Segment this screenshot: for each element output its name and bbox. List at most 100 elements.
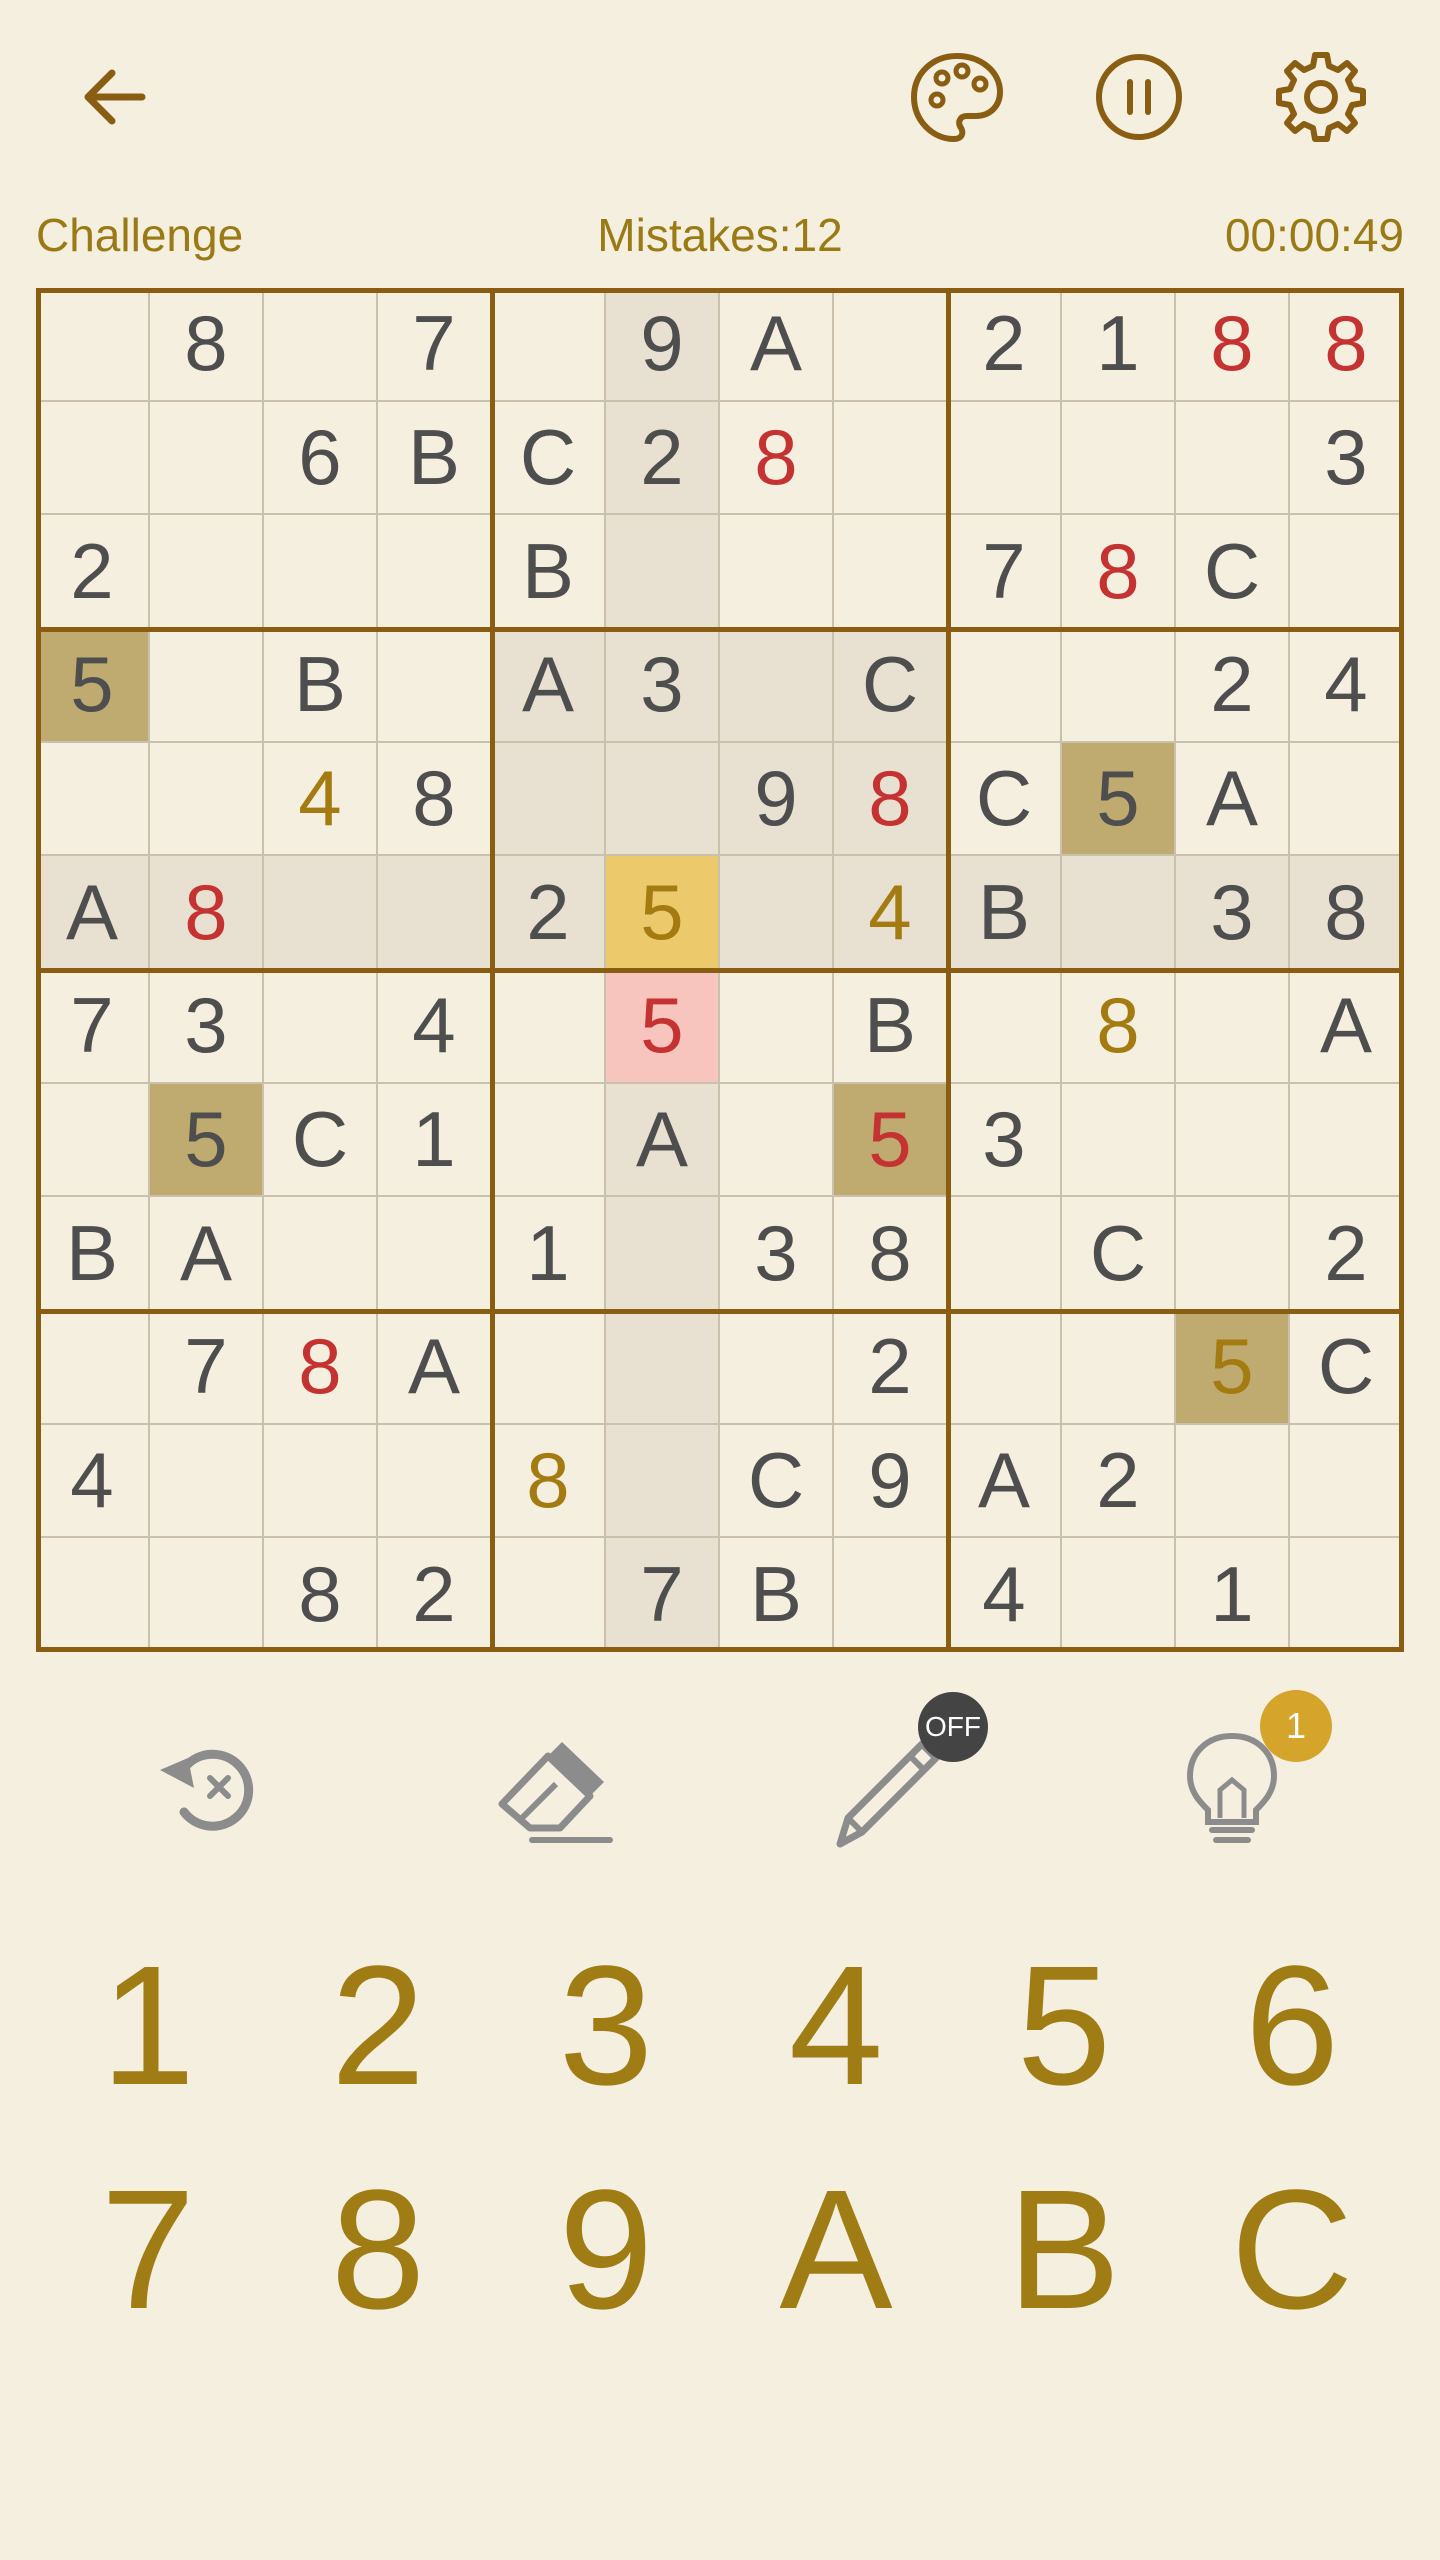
board-cell-r8-c5[interactable]	[606, 1197, 720, 1311]
board-cell-r6-c11[interactable]: A	[1290, 970, 1404, 1084]
board-cell-r3-c0[interactable]: 5	[36, 629, 150, 743]
board-cell-r8-c0[interactable]: B	[36, 1197, 150, 1311]
board-cell-r3-c10[interactable]: 2	[1176, 629, 1290, 743]
board-cell-r9-c0[interactable]	[36, 1311, 150, 1425]
board-cell-r2-c1[interactable]	[150, 515, 264, 629]
board-cell-r9-c10[interactable]: 5	[1176, 1311, 1290, 1425]
board-cell-r6-c8[interactable]	[948, 970, 1062, 1084]
board-cell-r4-c11[interactable]	[1290, 742, 1404, 857]
board-cell-r6-c5[interactable]: 5	[606, 970, 720, 1084]
board-cell-r8-c10[interactable]	[1176, 1197, 1290, 1311]
board-cell-r10-c5[interactable]	[606, 1424, 720, 1539]
board-cell-r10-c1[interactable]	[150, 1424, 264, 1539]
board-cell-r10-c7[interactable]: 9	[834, 1424, 948, 1539]
board-cell-r3-c11[interactable]: 4	[1290, 629, 1404, 743]
numpad-key-b[interactable]: B	[984, 2155, 1144, 2345]
board-cell-r9-c1[interactable]: 7	[150, 1311, 264, 1425]
board-cell-r6-c1[interactable]: 3	[150, 970, 264, 1084]
board-cell-r10-c6[interactable]: C	[720, 1424, 834, 1539]
undo-icon[interactable]	[138, 1718, 278, 1858]
board-cell-r0-c3[interactable]: 7	[378, 288, 492, 402]
board-cell-r7-c3[interactable]: 1	[378, 1083, 492, 1198]
board-cell-r6-c9[interactable]: 8	[1062, 970, 1176, 1084]
board-cell-r5-c5[interactable]: 5	[606, 856, 720, 970]
board-cell-r4-c8[interactable]: C	[948, 742, 1062, 857]
board-cell-r2-c0[interactable]: 2	[36, 515, 150, 629]
board-cell-r1-c8[interactable]	[948, 401, 1062, 516]
board-cell-r0-c5[interactable]: 9	[606, 288, 720, 402]
board-cell-r0-c7[interactable]	[834, 288, 948, 402]
board-cell-r10-c10[interactable]	[1176, 1424, 1290, 1539]
board-cell-r8-c1[interactable]: A	[150, 1197, 264, 1311]
board-cell-r11-c7[interactable]	[834, 1538, 948, 1652]
board-cell-r0-c1[interactable]: 8	[150, 288, 264, 402]
board-cell-r9-c6[interactable]	[720, 1311, 834, 1425]
board-cell-r10-c4[interactable]: 8	[492, 1424, 606, 1539]
board-cell-r5-c7[interactable]: 4	[834, 856, 948, 970]
board-cell-r5-c6[interactable]	[720, 856, 834, 970]
board-cell-r2-c6[interactable]	[720, 515, 834, 629]
board-cell-r6-c10[interactable]	[1176, 970, 1290, 1084]
board-cell-r7-c9[interactable]	[1062, 1083, 1176, 1198]
board-cell-r11-c0[interactable]	[36, 1538, 150, 1652]
board-cell-r7-c10[interactable]	[1176, 1083, 1290, 1198]
board-cell-r7-c0[interactable]	[36, 1083, 150, 1198]
board-cell-r4-c3[interactable]: 8	[378, 742, 492, 857]
board-cell-r8-c7[interactable]: 8	[834, 1197, 948, 1311]
board-cell-r10-c3[interactable]	[378, 1424, 492, 1539]
board-cell-r7-c4[interactable]	[492, 1083, 606, 1198]
board-cell-r11-c2[interactable]: 8	[264, 1538, 378, 1652]
board-cell-r9-c7[interactable]: 2	[834, 1311, 948, 1425]
board-cell-r7-c5[interactable]: A	[606, 1083, 720, 1198]
board-cell-r0-c0[interactable]	[36, 288, 150, 402]
palette-icon[interactable]	[902, 42, 1012, 152]
board-cell-r10-c8[interactable]: A	[948, 1424, 1062, 1539]
board-cell-r5-c3[interactable]	[378, 856, 492, 970]
numpad-key-1[interactable]: 1	[68, 1931, 228, 2121]
board-cell-r4-c2[interactable]: 4	[264, 742, 378, 857]
board-cell-r8-c9[interactable]: C	[1062, 1197, 1176, 1311]
numpad-key-a[interactable]: A	[756, 2155, 916, 2345]
board-cell-r10-c11[interactable]	[1290, 1424, 1404, 1539]
board-cell-r4-c0[interactable]	[36, 742, 150, 857]
board-cell-r5-c8[interactable]: B	[948, 856, 1062, 970]
board-cell-r8-c4[interactable]: 1	[492, 1197, 606, 1311]
board-cell-r9-c2[interactable]: 8	[264, 1311, 378, 1425]
board-cell-r10-c2[interactable]	[264, 1424, 378, 1539]
board-cell-r2-c2[interactable]	[264, 515, 378, 629]
numpad-key-c[interactable]: C	[1212, 2155, 1372, 2345]
board-cell-r0-c4[interactable]	[492, 288, 606, 402]
board-cell-r8-c8[interactable]	[948, 1197, 1062, 1311]
board-cell-r2-c9[interactable]: 8	[1062, 515, 1176, 629]
board-cell-r0-c8[interactable]: 2	[948, 288, 1062, 402]
board-cell-r0-c11[interactable]: 8	[1290, 288, 1404, 402]
numpad-key-6[interactable]: 6	[1212, 1931, 1372, 2121]
board-cell-r10-c9[interactable]: 2	[1062, 1424, 1176, 1539]
board-cell-r1-c3[interactable]: B	[378, 401, 492, 516]
board-cell-r3-c3[interactable]	[378, 629, 492, 743]
numpad-key-5[interactable]: 5	[984, 1931, 1144, 2121]
board-cell-r3-c4[interactable]: A	[492, 629, 606, 743]
board-cell-r3-c5[interactable]: 3	[606, 629, 720, 743]
numpad-key-7[interactable]: 7	[68, 2155, 228, 2345]
board-cell-r3-c9[interactable]	[1062, 629, 1176, 743]
board-cell-r9-c3[interactable]: A	[378, 1311, 492, 1425]
board-cell-r1-c4[interactable]: C	[492, 401, 606, 516]
board-cell-r2-c11[interactable]	[1290, 515, 1404, 629]
numpad-key-4[interactable]: 4	[756, 1931, 916, 2121]
numpad-key-2[interactable]: 2	[298, 1931, 458, 2121]
board-cell-r7-c11[interactable]	[1290, 1083, 1404, 1198]
board-cell-r0-c10[interactable]: 8	[1176, 288, 1290, 402]
board-cell-r1-c6[interactable]: 8	[720, 401, 834, 516]
board-cell-r2-c3[interactable]	[378, 515, 492, 629]
board-cell-r4-c7[interactable]: 8	[834, 742, 948, 857]
board-cell-r5-c10[interactable]: 3	[1176, 856, 1290, 970]
board-cell-r5-c1[interactable]: 8	[150, 856, 264, 970]
board-cell-r5-c4[interactable]: 2	[492, 856, 606, 970]
board-cell-r4-c4[interactable]	[492, 742, 606, 857]
board-cell-r3-c1[interactable]	[150, 629, 264, 743]
board-cell-r7-c2[interactable]: C	[264, 1083, 378, 1198]
board-cell-r0-c2[interactable]	[264, 288, 378, 402]
board-cell-r11-c6[interactable]: B	[720, 1538, 834, 1652]
back-arrow-icon[interactable]	[62, 42, 172, 152]
